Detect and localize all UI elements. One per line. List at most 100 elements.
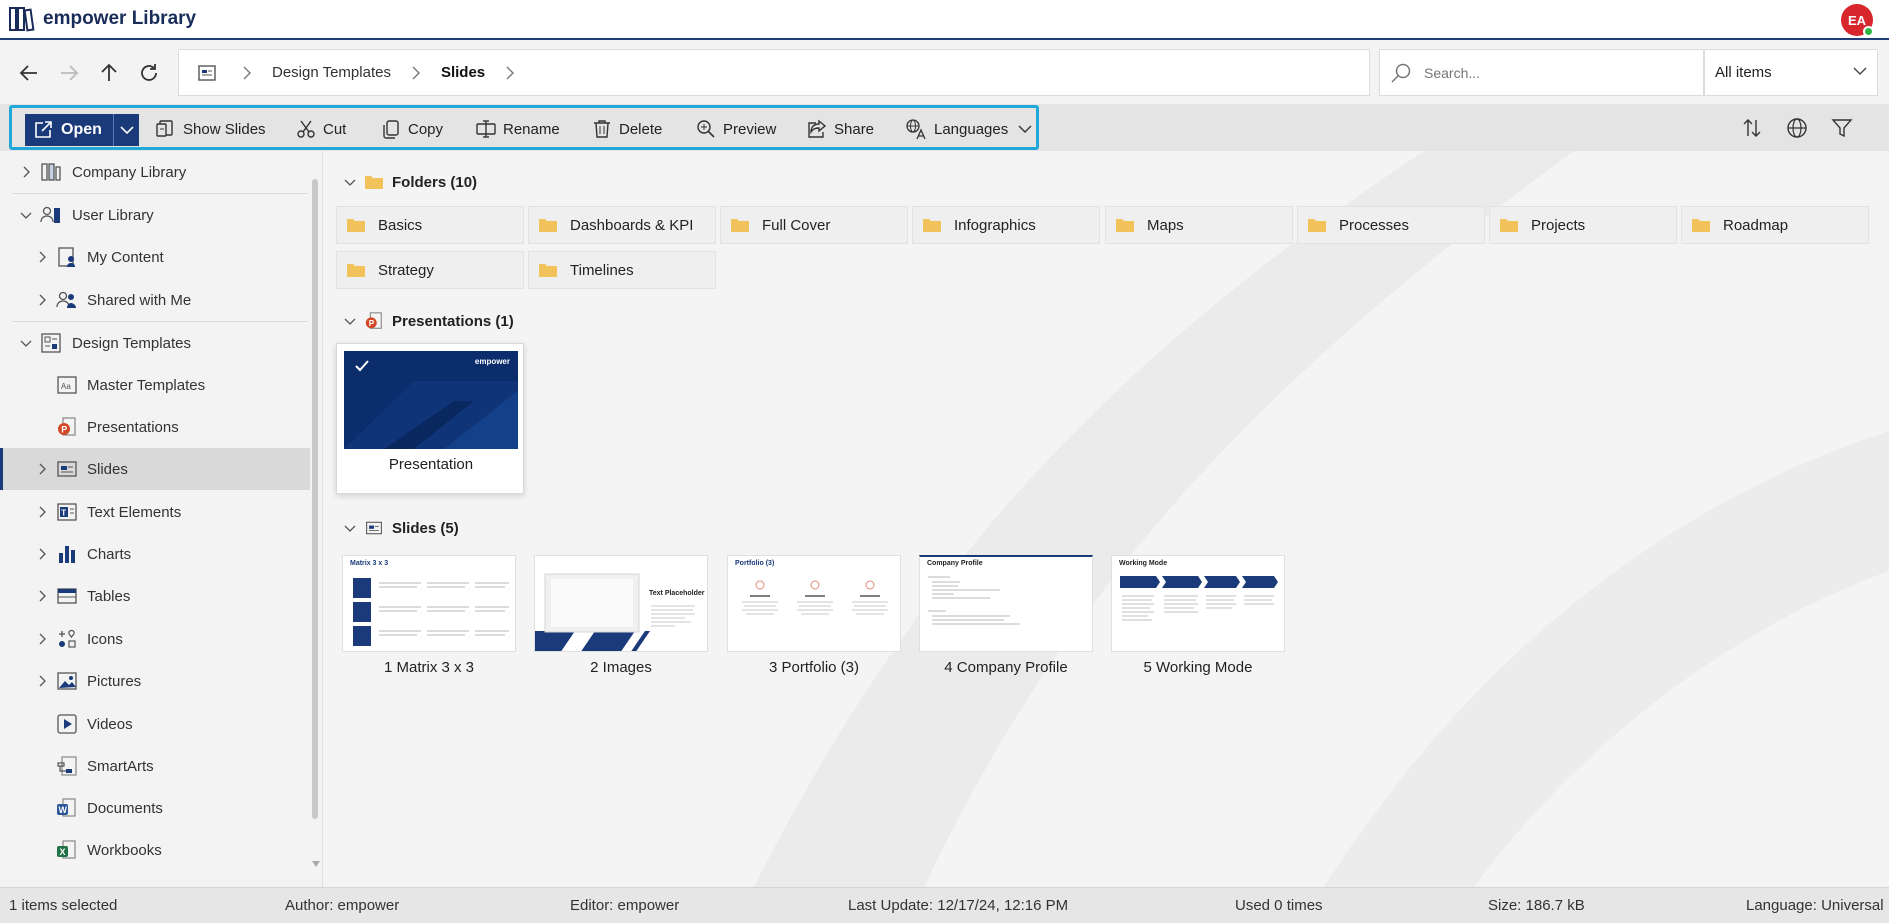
breadcrumb-slides[interactable]: Slides bbox=[441, 64, 485, 81]
chevron-down-icon bbox=[344, 525, 356, 532]
refresh-button[interactable] bbox=[134, 58, 164, 88]
user-avatar[interactable]: EA bbox=[1841, 4, 1874, 37]
sidebar-item-documents[interactable]: W Documents bbox=[0, 787, 310, 829]
sidebar-item-pictures[interactable]: Pictures bbox=[0, 660, 310, 702]
presentations-section-header[interactable]: P Presentations (1) bbox=[344, 310, 514, 332]
sidebar-item-slides[interactable]: Slides bbox=[0, 448, 310, 490]
up-button[interactable] bbox=[94, 58, 124, 88]
folder-icon bbox=[347, 264, 365, 277]
slide-thumbnail: Portfolio (3) bbox=[727, 555, 901, 652]
sidebar-item-tables[interactable]: Tables bbox=[0, 575, 310, 617]
sidebar-item-videos[interactable]: Videos bbox=[0, 703, 310, 745]
languages-button[interactable]: Languages bbox=[905, 116, 1032, 142]
sidebar-item-text-elements[interactable]: T Text Elements bbox=[0, 491, 310, 533]
table-icon bbox=[57, 588, 77, 604]
slide-card[interactable]: Text Placeholder 2 Images bbox=[534, 555, 710, 676]
share-icon bbox=[808, 119, 827, 138]
checkmark-icon[interactable] bbox=[354, 359, 370, 373]
folder-icon bbox=[731, 219, 749, 232]
chevron-down-icon bbox=[344, 179, 356, 186]
rename-button[interactable]: Rename bbox=[476, 116, 560, 142]
slide-thumbnail: Company Profile bbox=[919, 555, 1093, 652]
folders-section-header[interactable]: Folders (10) bbox=[344, 171, 477, 193]
folder-icon bbox=[1308, 219, 1326, 232]
sidebar-item-label: Company Library bbox=[72, 163, 187, 181]
navigation-bar: Design Templates Slides All items bbox=[0, 42, 1889, 104]
sidebar-item-shared-with-me[interactable]: Shared with Me bbox=[0, 279, 310, 321]
preview-button[interactable]: Preview bbox=[696, 116, 776, 142]
sidebar-item-label: Icons bbox=[87, 630, 123, 648]
slide-card[interactable]: Company Profile 4 Company Profile bbox=[919, 555, 1095, 676]
item-scope-select[interactable]: All items bbox=[1704, 49, 1878, 96]
scroll-down-arrow-icon[interactable] bbox=[311, 860, 321, 868]
folder-strategy[interactable]: Strategy bbox=[336, 251, 524, 289]
slide-thumb-title: Company Profile bbox=[927, 560, 983, 567]
chart-icon bbox=[59, 546, 75, 563]
sidebar-scrollbar[interactable] bbox=[312, 179, 318, 819]
slide-card[interactable]: Matrix 3 x 3 1 Matrix 3 x 3 bbox=[342, 555, 518, 676]
copy-button[interactable]: Copy bbox=[381, 116, 443, 142]
folder-icon bbox=[347, 219, 365, 232]
slides-section-header[interactable]: Slides (5) bbox=[344, 517, 459, 539]
copy-icon bbox=[383, 120, 399, 139]
video-icon bbox=[57, 714, 77, 734]
text-element-icon: T bbox=[57, 503, 77, 521]
search-input[interactable] bbox=[1424, 64, 1684, 81]
address-bar[interactable]: Design Templates Slides bbox=[178, 49, 1370, 96]
delete-button[interactable]: Delete bbox=[592, 116, 662, 142]
search-box[interactable] bbox=[1379, 49, 1704, 96]
sidebar-item-charts[interactable]: Charts bbox=[0, 533, 310, 575]
folder-label: Full Cover bbox=[762, 216, 831, 234]
slide-card[interactable]: Portfolio (3) 3 Portfolio (3) bbox=[727, 555, 903, 676]
sidebar-item-company-library[interactable]: Company Library bbox=[0, 151, 310, 193]
sidebar-item-master-templates[interactable]: Aa Master Templates bbox=[0, 364, 310, 406]
author-info: Author: empower bbox=[285, 897, 400, 914]
sidebar-item-label: Text Elements bbox=[87, 503, 182, 521]
funnel-icon bbox=[1831, 119, 1853, 138]
folder-infographics[interactable]: Infographics bbox=[912, 206, 1100, 244]
cut-button[interactable]: Cut bbox=[296, 116, 346, 142]
sidebar-item-label: Master Templates bbox=[87, 376, 206, 394]
folder-maps[interactable]: Maps bbox=[1105, 206, 1293, 244]
sidebar-item-smartarts[interactable]: SmartArts bbox=[0, 745, 310, 787]
sidebar-item-design-templates[interactable]: Design Templates bbox=[0, 322, 310, 364]
sort-icon bbox=[1743, 119, 1761, 137]
presentation-label: Presentation bbox=[388, 456, 474, 473]
language-filter-button[interactable] bbox=[1785, 116, 1809, 140]
folder-basics[interactable]: Basics bbox=[336, 206, 524, 244]
sidebar-item-icons[interactable]: Icons bbox=[0, 618, 310, 660]
breadcrumb-design-templates[interactable]: Design Templates bbox=[272, 64, 391, 81]
folder-roadmap[interactable]: Roadmap bbox=[1681, 206, 1869, 244]
search-icon bbox=[1391, 63, 1411, 83]
selection-count: 1 items selected bbox=[9, 897, 118, 914]
folder-processes[interactable]: Processes bbox=[1297, 206, 1485, 244]
sidebar-item-workbooks[interactable]: X Workbooks bbox=[0, 829, 310, 871]
open-button[interactable]: Open bbox=[25, 114, 113, 146]
show-slides-button[interactable]: Show Slides bbox=[156, 116, 266, 142]
design-templates-icon bbox=[41, 333, 61, 353]
chevron-down-icon bbox=[1018, 125, 1032, 133]
chevron-down-icon bbox=[20, 212, 32, 219]
filter-button[interactable] bbox=[1830, 116, 1854, 140]
svg-text:P: P bbox=[369, 319, 375, 328]
sidebar-item-my-content[interactable]: My Content bbox=[0, 236, 310, 278]
chevron-down-icon bbox=[119, 126, 134, 135]
sidebar-item-label: Videos bbox=[87, 715, 133, 733]
share-button[interactable]: Share bbox=[807, 116, 874, 142]
icons-icon bbox=[59, 629, 76, 648]
sidebar-item-user-library[interactable]: User Library bbox=[0, 194, 310, 236]
folder-projects[interactable]: Projects bbox=[1489, 206, 1677, 244]
folder-dashboards-kpi[interactable]: Dashboards & KPI bbox=[528, 206, 716, 244]
forward-button[interactable] bbox=[54, 58, 84, 88]
presentation-card[interactable]: empower Presentation bbox=[336, 343, 524, 494]
folder-timelines[interactable]: Timelines bbox=[528, 251, 716, 289]
sidebar-item-presentations[interactable]: P Presentations bbox=[0, 406, 310, 448]
sort-button[interactable] bbox=[1740, 116, 1764, 140]
translate-icon bbox=[906, 119, 926, 140]
sidebar-item-label: User Library bbox=[72, 206, 154, 224]
open-options-dropdown[interactable] bbox=[113, 114, 139, 146]
svg-text:P: P bbox=[61, 425, 67, 435]
slide-card[interactable]: Working Mode 5 Working Mode bbox=[1111, 555, 1287, 676]
folder-full-cover[interactable]: Full Cover bbox=[720, 206, 908, 244]
back-button[interactable] bbox=[14, 58, 44, 88]
